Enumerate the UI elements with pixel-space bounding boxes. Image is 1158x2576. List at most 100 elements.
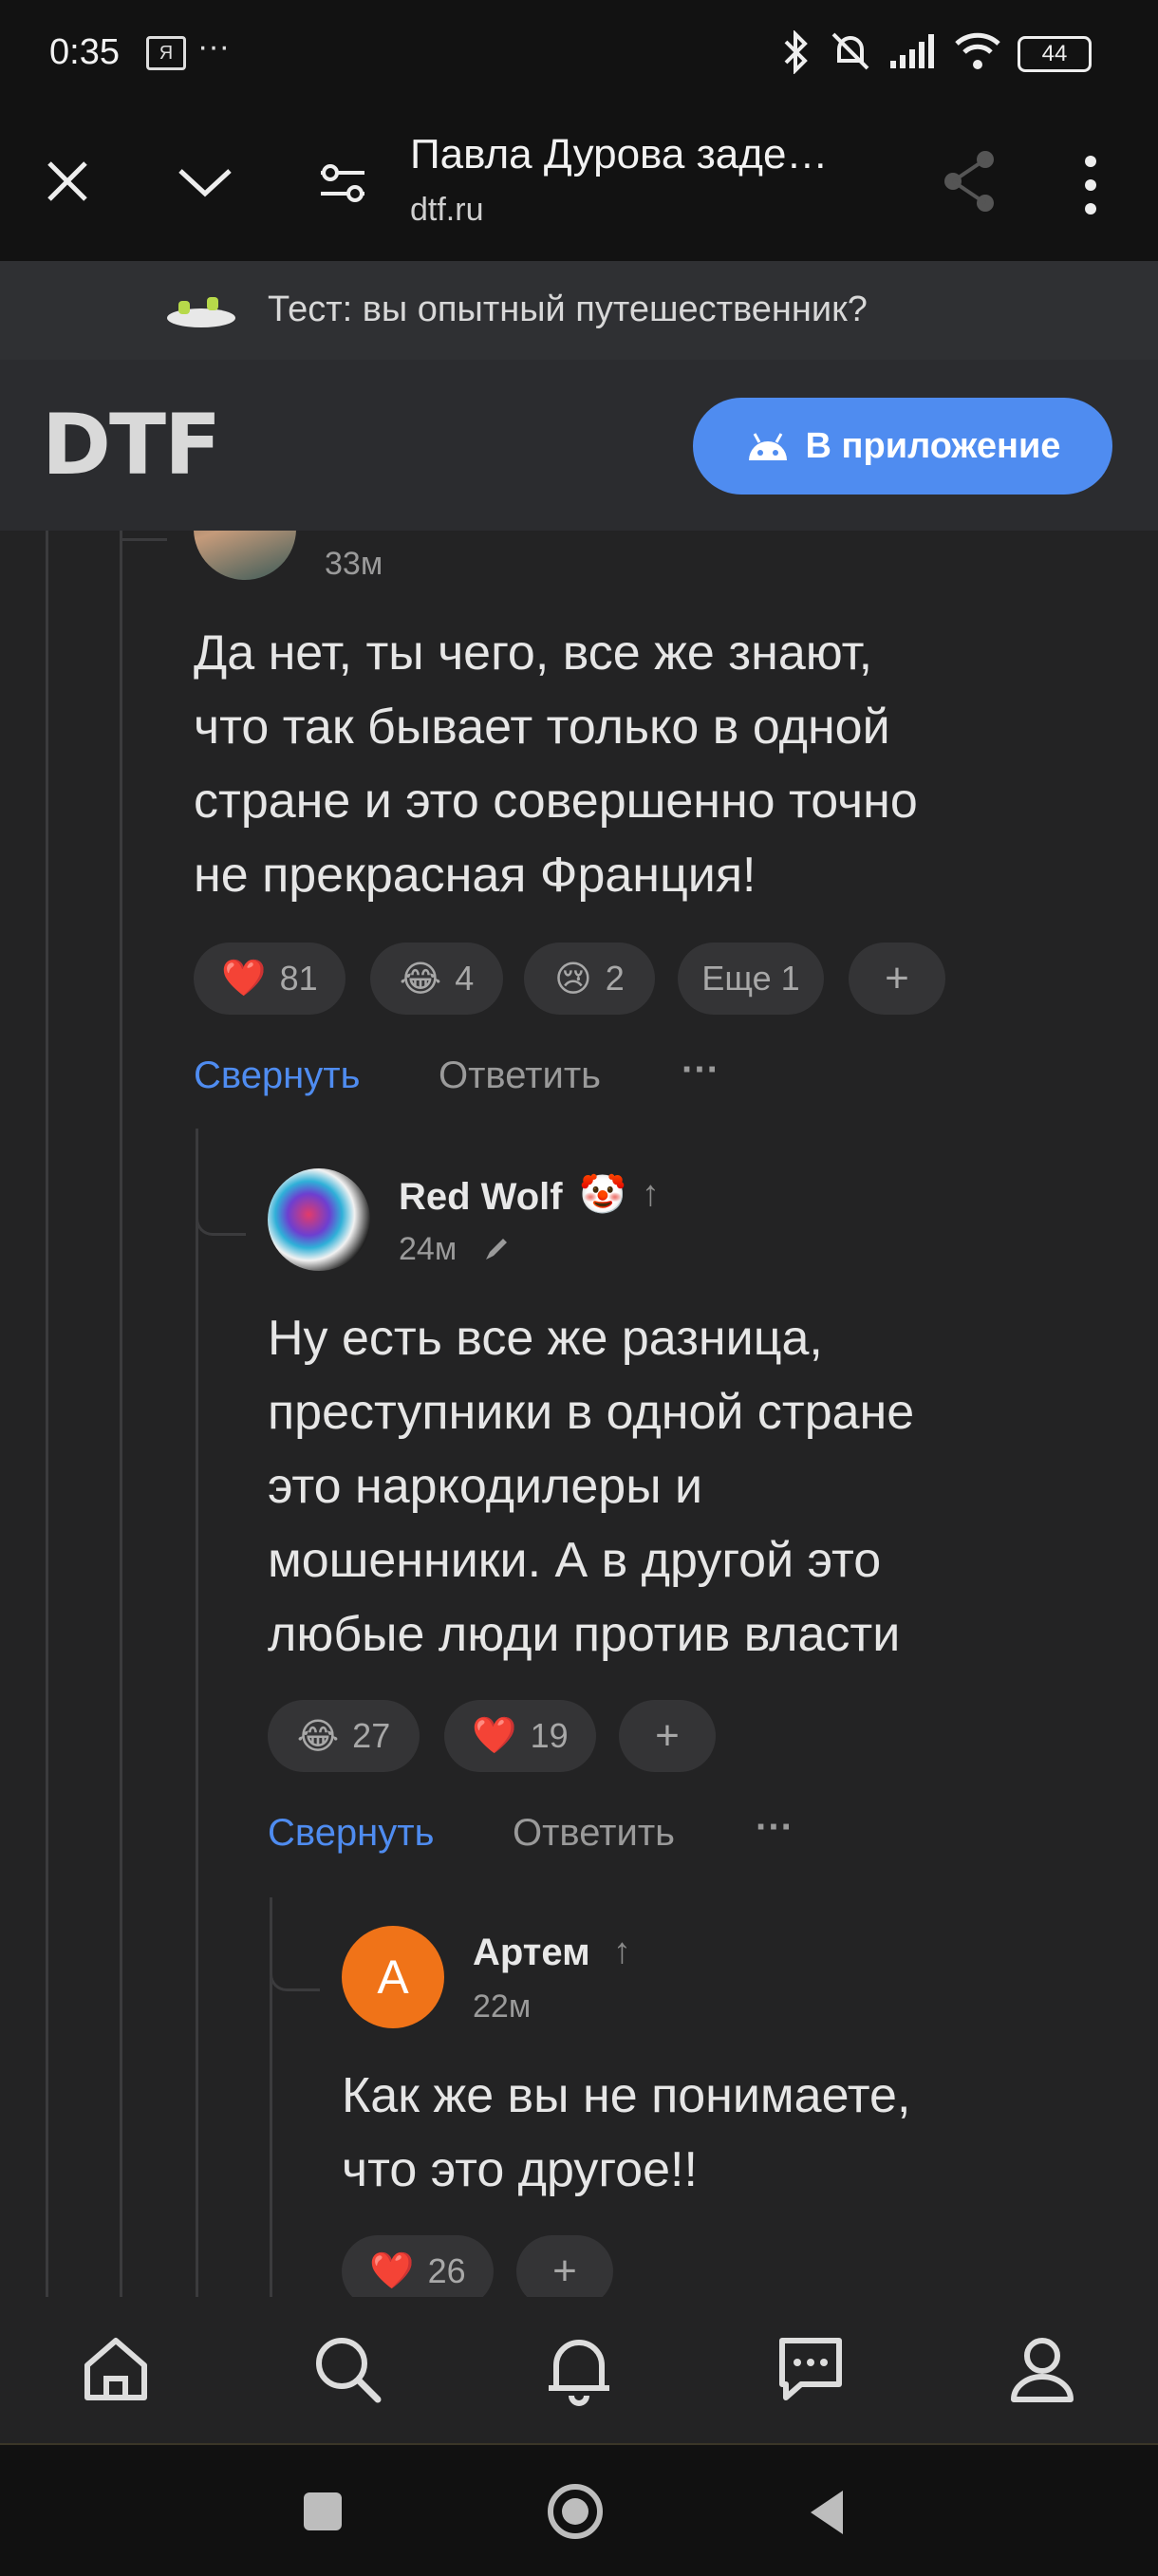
bell-icon[interactable] (541, 2331, 617, 2407)
open-in-app-label: В приложение (805, 425, 1061, 466)
messages-icon[interactable] (773, 2331, 849, 2407)
dtf-logo[interactable]: DTF (42, 396, 221, 494)
comment-time: 22м (473, 1988, 532, 2025)
more-options-icon[interactable]: ··· (682, 1049, 719, 1092)
profile-icon[interactable] (1004, 2331, 1080, 2407)
comment-line: Да нет, ты чего, все же знают, (194, 625, 873, 681)
add-reaction-button[interactable]: + (849, 943, 945, 1015)
promo-banner[interactable]: Тест: вы опытный путешественник? (0, 261, 1158, 360)
thread-line (46, 531, 48, 2297)
home-circle-icon[interactable] (545, 2481, 606, 2542)
more-reactions-label: Еще 1 (701, 959, 800, 998)
avatar[interactable] (268, 1168, 370, 1271)
more-options-icon[interactable]: ··· (756, 1806, 794, 1849)
reaction-heart[interactable]: ❤️ 81 (194, 943, 346, 1015)
clown-emoji-icon: 🤡 (579, 1174, 626, 1216)
reaction-heart[interactable]: ❤️ 19 (444, 1700, 596, 1772)
reply-arrow-icon: ↑ (642, 1174, 660, 1214)
reaction-count: 19 (530, 1716, 569, 1755)
comments-thread: 33м Да нет, ты чего, все же знают, что т… (0, 531, 1158, 2297)
reaction-laugh[interactable]: 😂 4 (370, 943, 503, 1015)
plus-icon: + (552, 2248, 577, 2294)
plus-icon: + (885, 955, 909, 1001)
reaction-count: 26 (427, 2251, 466, 2290)
comment-text: Ну есть все же разница, преступники в од… (268, 1301, 1122, 1671)
bluetooth-icon (784, 30, 808, 74)
avatar-letter: А (377, 1951, 409, 2004)
edit-pencil-icon (486, 1239, 507, 1260)
signal-icon (890, 34, 934, 68)
chevron-down-icon[interactable] (177, 163, 233, 201)
comment-line: что так бывает только в одной (194, 700, 890, 755)
comment-line: это наркодилеры и (268, 1459, 703, 1514)
comment-line: не прекрасная Франция! (194, 848, 756, 903)
mute-vibrate-icon (831, 32, 869, 70)
comment-line: любые люди против власти (268, 1607, 901, 1662)
promo-text: Тест: вы опытный путешественник? (268, 289, 868, 329)
sad-emoji-icon: 😢 (554, 959, 592, 999)
avatar[interactable]: А (342, 1926, 444, 2028)
battery-icon: 44 (1018, 36, 1092, 72)
thread-branch (270, 1951, 320, 1991)
comment-line: Ну есть все же разница, (268, 1311, 823, 1366)
page-url[interactable]: dtf.ru (410, 192, 483, 229)
comment-text: Да нет, ты чего, все же знают, что так б… (194, 616, 1048, 912)
site-settings-icon[interactable] (317, 159, 368, 207)
heart-icon: ❤️ (221, 959, 267, 999)
comment-author[interactable]: Артем (473, 1932, 590, 1974)
avatar[interactable] (194, 531, 296, 580)
laughing-emoji-icon: 😂 (399, 959, 442, 999)
system-navigation-bar (0, 2443, 1158, 2576)
reply-button[interactable]: Ответить (439, 1055, 601, 1097)
reaction-count: 27 (352, 1716, 391, 1755)
heart-icon: ❤️ (472, 1716, 517, 1756)
battery-level: 44 (1041, 41, 1068, 66)
plus-icon: + (655, 1712, 680, 1759)
reaction-laugh[interactable]: 😂 27 (268, 1700, 420, 1772)
add-reaction-button[interactable]: + (516, 2235, 613, 2297)
comment-line: мошенники. А в другой это (268, 1533, 882, 1588)
laughing-emoji-icon: 😂 (296, 1716, 340, 1757)
comment-time: 33м (325, 546, 383, 582)
reply-arrow-icon: ↑ (613, 1932, 631, 1971)
thread-line (120, 531, 122, 2297)
heart-icon: ❤️ (369, 2251, 415, 2291)
more-reactions-button[interactable]: Еще 1 (678, 943, 824, 1015)
close-icon[interactable] (44, 158, 91, 205)
site-header: DTF В приложение (0, 360, 1158, 531)
collapse-button[interactable]: Свернуть (268, 1812, 434, 1855)
open-in-app-button[interactable]: В приложение (693, 398, 1112, 495)
collapse-button[interactable]: Свернуть (194, 1055, 360, 1097)
bottom-navigation (0, 2297, 1158, 2443)
recent-apps-icon[interactable] (304, 2492, 342, 2530)
thread-line (196, 1129, 198, 2297)
slippers-icon (167, 297, 235, 327)
status-time: 0:35 (49, 32, 120, 72)
more-notifications-icon: ··· (197, 28, 230, 65)
add-reaction-button[interactable]: + (619, 1700, 716, 1772)
menu-dots-icon[interactable] (1076, 154, 1105, 216)
android-icon (748, 433, 787, 460)
comment-line: стране и это совершенно точно (194, 774, 918, 829)
reaction-heart[interactable]: ❤️ 26 (342, 2235, 494, 2297)
status-bar: 0:35 Я ··· 44 (0, 0, 1158, 104)
yandex-notification-icon: Я (146, 36, 186, 70)
search-icon[interactable] (309, 2331, 385, 2407)
browser-toolbar: Павла Дурова заде… dtf.ru (0, 104, 1158, 261)
home-icon[interactable] (78, 2331, 154, 2407)
page-title[interactable]: Павла Дурова заде… (410, 131, 828, 178)
reaction-count: 2 (605, 959, 625, 998)
share-icon[interactable] (940, 148, 1000, 215)
wifi-icon (955, 32, 1000, 69)
reaction-sad[interactable]: 😢 2 (524, 943, 655, 1015)
comment-line: преступники в одной стране (268, 1385, 915, 1440)
comment-time: 24м (399, 1231, 458, 1267)
reply-button[interactable]: Ответить (513, 1812, 675, 1855)
comment-author[interactable]: Red Wolf (399, 1176, 563, 1219)
thread-branch (120, 531, 167, 541)
comment-text: Как же вы не понимаете, что это другое!! (342, 2059, 1139, 2207)
reaction-count: 4 (455, 959, 475, 998)
thread-branch (196, 1195, 246, 1236)
reaction-count: 81 (279, 959, 318, 998)
back-icon[interactable] (805, 2487, 849, 2538)
